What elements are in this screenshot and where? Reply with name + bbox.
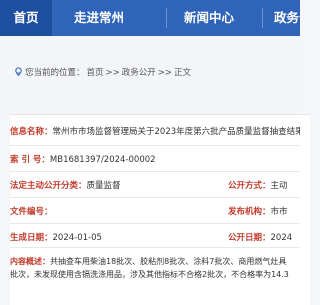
summary-line-2: 批次，未发现使用含镉洗涤用品，涉及其他指标不合格2批次，不合格率为14.3 bbox=[10, 270, 289, 279]
info-publisher-row: 发布机构：市市 bbox=[228, 205, 308, 217]
title-value: 常州市市场监督管理局关于2023年度第六批产品质量监督抽查结果 bbox=[52, 127, 300, 137]
row-divider bbox=[10, 145, 300, 146]
info-title-row: 信息名称：常州市市场监督管理局关于2023年度第六批产品质量监督抽查结果 bbox=[10, 125, 300, 137]
breadcrumb-sep: >> bbox=[105, 68, 120, 78]
row-divider bbox=[10, 223, 300, 224]
breadcrumb: 您当前的位置： 首页 >> 政务公开 >> 正文 bbox=[14, 66, 193, 78]
info-public-row: 公开方式：主动 bbox=[228, 179, 308, 191]
title-label: 信息名称： bbox=[10, 127, 53, 137]
public-value: 主动 bbox=[270, 181, 288, 191]
pubdate-label: 公开日期： bbox=[228, 233, 271, 243]
breadcrumb-home[interactable]: 首页 bbox=[87, 68, 104, 78]
created-label: 生成日期： bbox=[10, 233, 53, 243]
row-divider bbox=[10, 171, 300, 172]
breadcrumb-prefix: 您当前的位置： bbox=[25, 68, 85, 78]
subject-label: 法定主动公开分类： bbox=[10, 181, 87, 191]
nav-about-changzhou[interactable]: 走进常州 bbox=[74, 0, 124, 36]
nav-news-center[interactable]: 新闻中心 bbox=[184, 0, 234, 36]
nav-gov-affairs[interactable]: 政务公 bbox=[274, 0, 300, 36]
summary-line-1: 共抽查车用柴油18批次、胶粘剂8批次、涂料7批次、商用燃气灶具 bbox=[50, 257, 287, 266]
info-index-row: 索 引 号：MB1681397/2024-00002 bbox=[10, 153, 300, 165]
created-value: 2024-01-05 bbox=[52, 233, 102, 243]
info-pubdate-row: 公开日期：2024 bbox=[228, 231, 308, 243]
publisher-value: 市市 bbox=[270, 207, 288, 217]
row-divider bbox=[10, 197, 300, 198]
breadcrumb-current: 正文 bbox=[174, 68, 192, 78]
row-divider bbox=[10, 247, 300, 248]
summary-block: 内容概述：共抽查车用柴油18批次、胶粘剂8批次、涂料7批次、商用燃气灶具 批次，… bbox=[10, 255, 296, 281]
pubdate-value: 2024 bbox=[270, 233, 293, 243]
index-value: MB1681397/2024-00002 bbox=[49, 155, 156, 165]
info-table: 信息名称：常州市市场监督管理局关于2023年度第六批产品质量监督抽查结果 索 引… bbox=[10, 114, 310, 305]
location-icon bbox=[15, 67, 22, 76]
docno-label: 文件编号： bbox=[10, 207, 53, 217]
nav-divider bbox=[166, 8, 167, 28]
top-nav: 首页 走进常州 新闻中心 政务公 bbox=[0, 0, 300, 36]
subject-value: 质量监督 bbox=[86, 181, 121, 191]
public-label: 公开方式： bbox=[228, 181, 271, 191]
index-label: 索 引 号： bbox=[10, 155, 50, 165]
summary-label: 内容概述： bbox=[10, 257, 50, 266]
nav-divider bbox=[262, 8, 263, 28]
nav-home[interactable]: 首页 bbox=[0, 0, 52, 36]
breadcrumb-gov-affairs[interactable]: 政务公开 bbox=[122, 68, 156, 78]
publisher-label: 发布机构： bbox=[228, 207, 271, 217]
breadcrumb-sep: >> bbox=[157, 68, 173, 78]
